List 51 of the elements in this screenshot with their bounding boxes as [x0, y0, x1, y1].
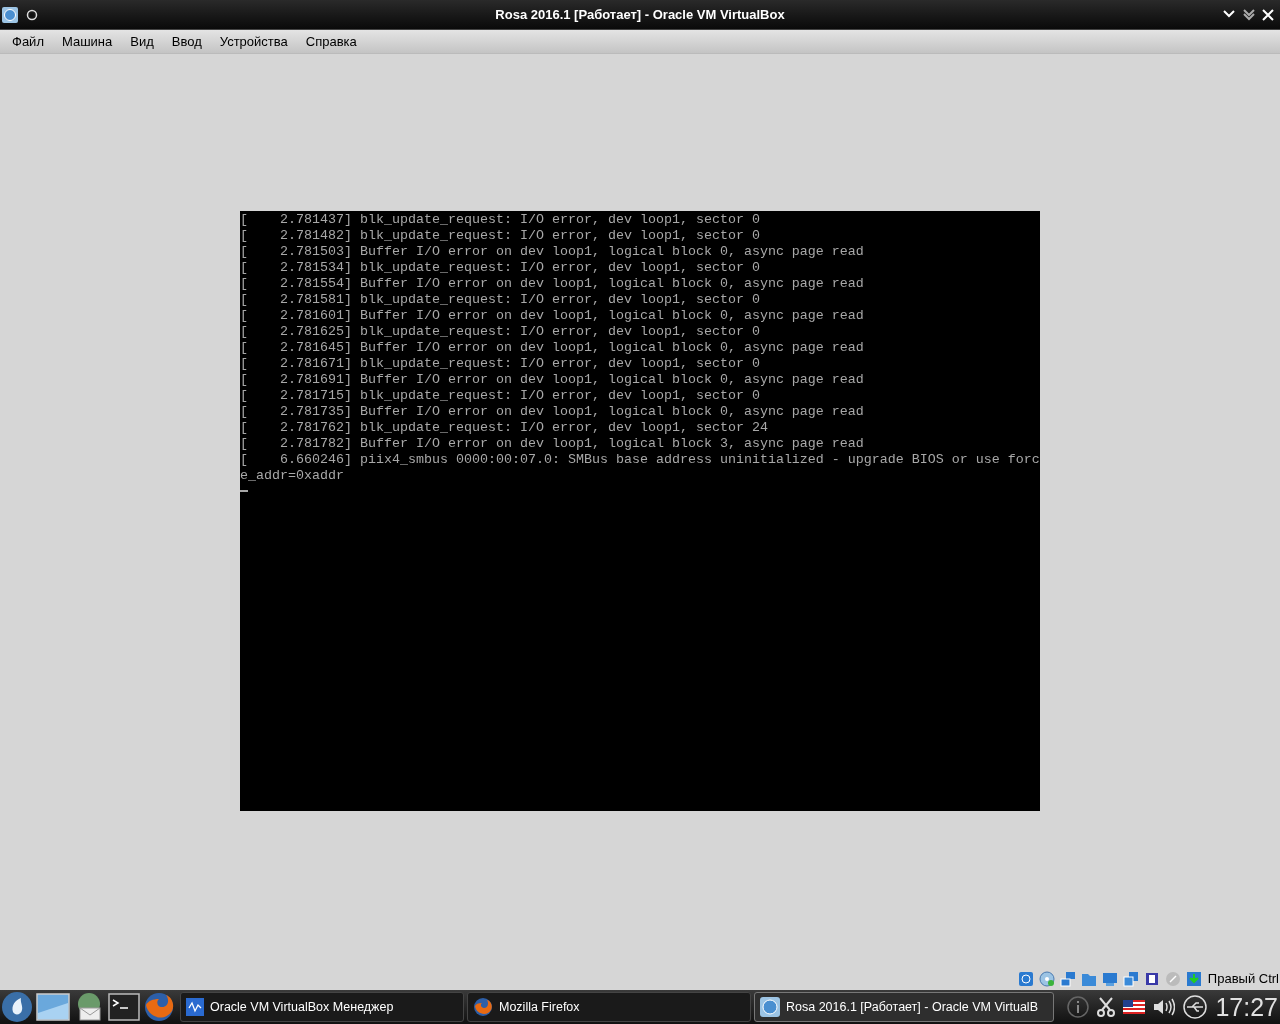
console-line: [ 2.781554] Buffer I/O error on dev loop1, logical block 0, async page read — [240, 276, 864, 292]
console-line: [ 2.781625] blk_update_request: I/O error, dev loop1, sector 0 — [240, 324, 760, 340]
taskbar-button[interactable]: Oracle VM VirtualBox Менеджер — [180, 992, 464, 1022]
console-line: [ 2.781482] blk_update_request: I/O error, dev loop1, sector 0 — [240, 228, 760, 244]
menu-item[interactable]: Файл — [3, 29, 53, 54]
console-line: [ 2.781762] blk_update_request: I/O error, dev loop1, sector 24 — [240, 420, 768, 436]
taskbar-button[interactable]: Mozilla Firefox — [467, 992, 751, 1022]
host-key-label: Правый Ctrl — [1207, 970, 1279, 989]
clock[interactable]: 17:27 — [1215, 994, 1278, 1020]
menu-item[interactable]: Вид — [121, 29, 163, 54]
optical-disc-icon[interactable] — [1038, 971, 1055, 987]
console-line: [ 2.781671] blk_update_request: I/O error, dev loop1, sector 0 — [240, 356, 760, 372]
console-line: [ 2.781782] Buffer I/O error on dev loop1, logical block 3, async page read — [240, 436, 864, 452]
console-line: [ 2.781735] Buffer I/O error on dev loop1, logical block 0, async page read — [240, 404, 864, 420]
flag-icon[interactable] — [1123, 1000, 1146, 1014]
pin-icon[interactable] — [26, 8, 38, 21]
app-icon — [760, 997, 780, 1017]
scissors-icon[interactable] — [1097, 997, 1116, 1017]
taskbar-button[interactable]: Rosa 2016.1 [Работает] - Oracle VM VirtualB — [754, 992, 1054, 1022]
console-line: e_addr=0xaddr — [240, 468, 344, 484]
text-cursor — [240, 490, 248, 492]
windows-icon[interactable] — [1122, 971, 1139, 987]
console-line: [ 2.781715] blk_update_request: I/O error, dev loop1, sector 0 — [240, 388, 760, 404]
menu-item[interactable]: Ввод — [162, 29, 211, 54]
console-line: [ 2.781437] blk_update_request: I/O error, dev loop1, sector 0 — [240, 212, 760, 228]
minimize-icon[interactable] — [1222, 8, 1236, 19]
close-icon[interactable] — [1262, 8, 1274, 21]
menu-item[interactable]: Справка — [296, 29, 366, 54]
menu-item[interactable]: Устройства — [210, 29, 297, 54]
start-menu-icon[interactable] — [1, 991, 33, 1023]
menu-item[interactable]: Машина — [52, 29, 122, 54]
maximize-icon[interactable] — [1242, 8, 1256, 21]
info-icon[interactable] — [1067, 996, 1090, 1018]
console-line: [ 2.781645] Buffer I/O error on dev loop1, logical block 0, async page read — [240, 340, 864, 356]
monitor-icon — [186, 998, 204, 1016]
app-icon[interactable] — [2, 6, 18, 23]
console-line: [ 6.660246] piix4_smbus 0000:00:07.0: SMBus base address uninitialized - upgrade BIOS or use forc — [240, 452, 1040, 468]
usb-icon[interactable] — [1183, 995, 1208, 1019]
download-icon[interactable] — [1185, 971, 1202, 987]
browser-icon — [473, 997, 493, 1017]
console-line: [ 2.781534] blk_update_request: I/O error, dev loop1, sector 0 — [240, 260, 760, 276]
console-line: [ 2.781601] Buffer I/O error on dev loop1, logical block 0, async page read — [240, 308, 864, 324]
volume-icon[interactable] — [1153, 998, 1176, 1016]
terminal-icon[interactable] — [108, 993, 140, 1021]
browser-icon[interactable] — [143, 991, 175, 1023]
window-title: Rosa 2016.1 [Работает] - Oracle VM VirtualBox — [495, 5, 785, 24]
console-line: [ 2.781503] Buffer I/O error on dev loop1, logical block 0, async page read — [240, 244, 864, 260]
console-line: [ 2.781581] blk_update_request: I/O error, dev loop1, sector 0 — [240, 292, 760, 308]
network-icon[interactable] — [1059, 971, 1076, 987]
display-icon[interactable] — [1101, 971, 1118, 987]
console-line: [ 2.781691] Buffer I/O error on dev loop1, logical block 0, async page read — [240, 372, 864, 388]
